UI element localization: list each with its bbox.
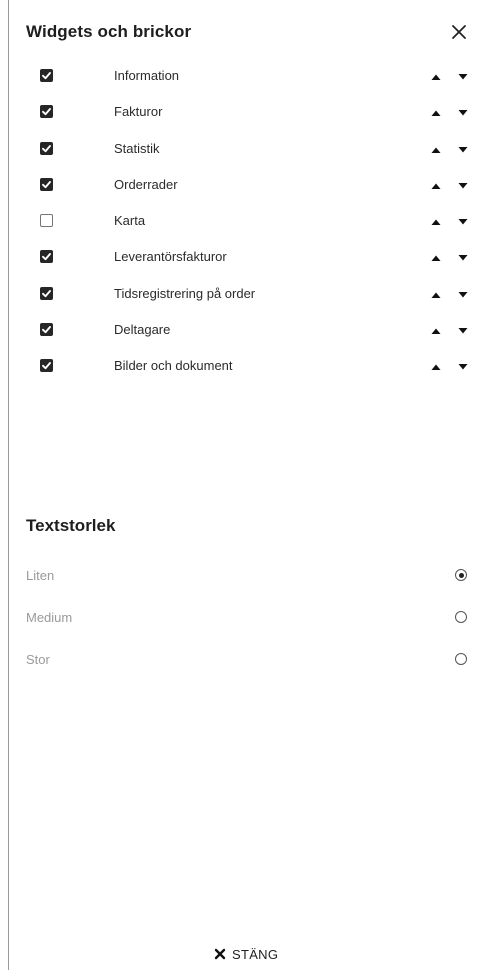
widget-label: Bilder och dokument — [114, 358, 233, 374]
widget-row: Information — [0, 58, 485, 94]
move-up-icon[interactable] — [430, 215, 442, 227]
widget-row: Tidsregistrering på order — [0, 276, 485, 312]
close-icon — [214, 948, 226, 960]
move-down-icon[interactable] — [457, 106, 469, 118]
move-up-icon[interactable] — [430, 70, 442, 82]
move-up-icon[interactable] — [430, 143, 442, 155]
move-up-icon[interactable] — [430, 324, 442, 336]
move-down-icon[interactable] — [457, 288, 469, 300]
close-button-label: STÄNG — [232, 946, 279, 962]
widget-row: Leverantörsfakturor — [0, 239, 485, 275]
widget-label: Tidsregistrering på order — [114, 285, 256, 301]
widget-row: Fakturor — [0, 94, 485, 130]
widget-label: Statistik — [114, 140, 160, 156]
widget-checkbox[interactable] — [40, 214, 53, 228]
move-down-icon[interactable] — [457, 143, 469, 155]
widget-checkbox[interactable] — [40, 286, 53, 300]
widget-checkbox[interactable] — [40, 141, 53, 155]
widget-row: Karta — [0, 203, 485, 239]
widget-row: Deltagare — [0, 312, 485, 348]
widget-label: Leverantörsfakturor — [114, 249, 227, 265]
widgets-settings-panel: Widgets och brickor Information Fakturor S… — [0, 0, 485, 970]
text-size-label: Liten — [26, 568, 55, 583]
text-size-option: Medium — [0, 598, 485, 640]
text-size-radio[interactable] — [455, 569, 467, 581]
text-size-radio[interactable] — [455, 653, 467, 665]
move-down-icon[interactable] — [457, 70, 469, 82]
widget-label: Fakturor — [114, 104, 163, 120]
text-size-label: Stor — [26, 652, 50, 667]
widget-checkbox[interactable] — [40, 105, 53, 119]
move-up-icon[interactable] — [430, 288, 442, 300]
close-button[interactable]: STÄNG — [214, 944, 278, 964]
widget-label: Information — [114, 68, 180, 83]
widget-row: Orderrader — [0, 167, 485, 203]
widget-checkbox[interactable] — [40, 359, 53, 373]
text-size-option: Liten — [0, 556, 485, 598]
move-up-icon[interactable] — [430, 179, 442, 191]
close-icon[interactable] — [449, 22, 469, 42]
widget-list: Information Fakturor Statistik Orderrader Ka… — [0, 58, 485, 385]
widget-label: Deltagare — [114, 322, 171, 338]
move-up-icon[interactable] — [430, 251, 442, 263]
move-up-icon[interactable] — [430, 360, 442, 372]
move-down-icon[interactable] — [457, 179, 469, 191]
widget-checkbox[interactable] — [40, 323, 53, 337]
widget-row: Statistik — [0, 131, 485, 167]
text-size-label: Medium — [26, 610, 73, 625]
panel-title: Widgets och brickor — [26, 22, 192, 41]
move-down-icon[interactable] — [457, 324, 469, 336]
text-size-title: Textstorlek — [26, 516, 116, 535]
move-down-icon[interactable] — [457, 215, 469, 227]
text-size-options: Liten Medium Stor — [0, 556, 485, 682]
widget-row: Bilder och dokument — [0, 348, 485, 384]
panel-header: Widgets och brickor — [26, 22, 471, 46]
move-up-icon[interactable] — [430, 106, 442, 118]
widget-checkbox[interactable] — [40, 177, 53, 191]
widget-label: Karta — [114, 213, 146, 229]
widget-checkbox[interactable] — [40, 69, 53, 82]
move-down-icon[interactable] — [457, 360, 469, 372]
move-down-icon[interactable] — [457, 251, 469, 263]
widget-label: Orderrader — [114, 176, 178, 192]
text-size-option: Stor — [0, 640, 485, 682]
text-size-radio[interactable] — [455, 611, 467, 623]
widget-checkbox[interactable] — [40, 250, 53, 264]
